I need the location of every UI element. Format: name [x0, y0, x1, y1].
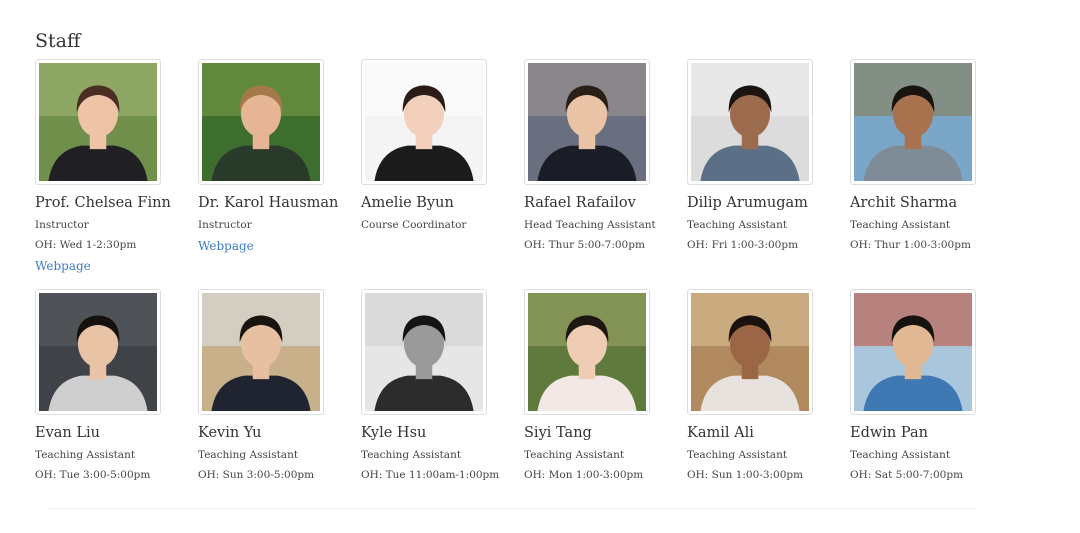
staff-photo	[198, 59, 324, 185]
office-hours: OH: Thur 5:00-7:00pm	[524, 239, 645, 251]
office-hours: OH: Sat 5:00-7:00pm	[850, 469, 964, 481]
staff-photo	[850, 289, 976, 415]
staff-card: Amelie Byun Course Coordinator	[361, 59, 524, 289]
staff-card: Kyle Hsu Teaching Assistant OH: Tue 11:0…	[361, 289, 524, 519]
staff-name: Rafael Rafailov	[524, 195, 636, 211]
staff-card: Dr. Karol Hausman Instructor Webpage	[198, 59, 361, 289]
staff-role: Course Coordinator	[361, 219, 467, 231]
staff-name: Kevin Yu	[198, 425, 262, 441]
staff-role: Head Teaching Assistant	[524, 219, 656, 231]
staff-card: Evan Liu Teaching Assistant OH: Tue 3:00…	[35, 289, 198, 519]
section-title: Staff	[35, 30, 81, 52]
staff-grid: Prof. Chelsea Finn Instructor OH: Wed 1-…	[35, 59, 995, 519]
staff-photo	[361, 289, 487, 415]
webpage-link[interactable]: Webpage	[35, 255, 91, 277]
portrait-image	[39, 63, 157, 181]
staff-name: Kamil Ali	[687, 425, 754, 441]
portrait-image	[202, 63, 320, 181]
staff-name: Amelie Byun	[361, 195, 454, 211]
staff-row: Evan Liu Teaching Assistant OH: Tue 3:00…	[35, 289, 995, 519]
staff-card: Kamil Ali Teaching Assistant OH: Sun 1:0…	[687, 289, 850, 519]
office-hours: OH: Tue 3:00-5:00pm	[35, 469, 151, 481]
staff-role: Teaching Assistant	[850, 449, 951, 461]
staff-name: Dilip Arumugam	[687, 195, 808, 211]
staff-role: Teaching Assistant	[850, 219, 951, 231]
webpage-link[interactable]: Webpage	[198, 235, 254, 257]
portrait-image	[691, 293, 809, 411]
staff-role: Instructor	[35, 219, 89, 231]
portrait-image	[854, 63, 972, 181]
staff-photo	[524, 289, 650, 415]
portrait-image	[39, 293, 157, 411]
staff-photo	[687, 289, 813, 415]
staff-name: Archit Sharma	[850, 195, 958, 211]
staff-photo	[524, 59, 650, 185]
office-hours: OH: Sun 3:00-5:00pm	[198, 469, 315, 481]
staff-role: Instructor	[198, 219, 252, 231]
office-hours: OH: Thur 1:00-3:00pm	[850, 239, 971, 251]
divider	[48, 508, 976, 509]
office-hours: OH: Fri 1:00-3:00pm	[687, 239, 799, 251]
office-hours: OH: Wed 1-2:30pm	[35, 239, 137, 251]
staff-role: Teaching Assistant	[361, 449, 462, 461]
staff-name: Prof. Chelsea Finn	[35, 195, 171, 211]
staff-name: Siyi Tang	[524, 425, 592, 441]
portrait-image	[528, 63, 646, 181]
portrait-image	[691, 63, 809, 181]
staff-card: Siyi Tang Teaching Assistant OH: Mon 1:0…	[524, 289, 687, 519]
staff-role: Teaching Assistant	[687, 219, 788, 231]
portrait-image	[365, 293, 483, 411]
staff-role: Teaching Assistant	[198, 449, 299, 461]
staff-photo	[35, 289, 161, 415]
staff-role: Teaching Assistant	[687, 449, 788, 461]
staff-name: Kyle Hsu	[361, 425, 427, 441]
office-hours: OH: Tue 11:00am-1:00pm	[361, 469, 500, 481]
staff-photo	[850, 59, 976, 185]
portrait-image	[854, 293, 972, 411]
office-hours: OH: Mon 1:00-3:00pm	[524, 469, 644, 481]
staff-photo	[361, 59, 487, 185]
staff-card: Archit Sharma Teaching Assistant OH: Thu…	[850, 59, 1013, 289]
staff-card: Dilip Arumugam Teaching Assistant OH: Fr…	[687, 59, 850, 289]
staff-photo	[687, 59, 813, 185]
staff-card: Edwin Pan Teaching Assistant OH: Sat 5:0…	[850, 289, 1013, 519]
staff-photo	[198, 289, 324, 415]
staff-role: Teaching Assistant	[35, 449, 136, 461]
staff-card: Kevin Yu Teaching Assistant OH: Sun 3:00…	[198, 289, 361, 519]
staff-name: Dr. Karol Hausman	[198, 195, 339, 211]
staff-role: Teaching Assistant	[524, 449, 625, 461]
portrait-image	[528, 293, 646, 411]
portrait-image	[202, 293, 320, 411]
staff-card: Rafael Rafailov Head Teaching Assistant …	[524, 59, 687, 289]
staff-row: Prof. Chelsea Finn Instructor OH: Wed 1-…	[35, 59, 995, 289]
staff-name: Edwin Pan	[850, 425, 928, 441]
staff-name: Evan Liu	[35, 425, 100, 441]
staff-card: Prof. Chelsea Finn Instructor OH: Wed 1-…	[35, 59, 198, 289]
office-hours: OH: Sun 1:00-3:00pm	[687, 469, 804, 481]
staff-photo	[35, 59, 161, 185]
portrait-image	[365, 63, 483, 181]
